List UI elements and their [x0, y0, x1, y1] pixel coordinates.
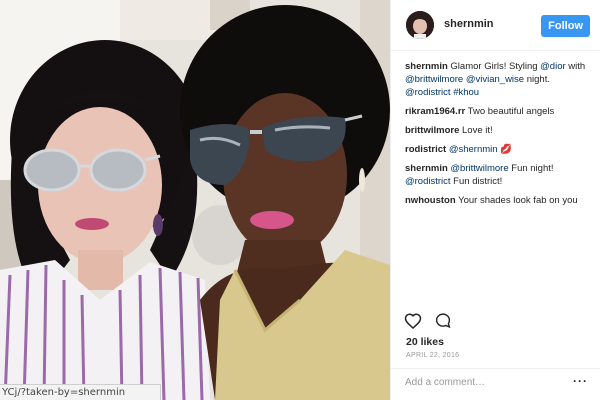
comment-icon[interactable] [434, 312, 452, 334]
post-photo[interactable]: YCj/?taken-by=shernmin [0, 0, 390, 400]
comment-mention[interactable]: @brittwilmore [450, 163, 508, 174]
comment-item: brittwilmore Love it! [405, 124, 590, 137]
comment-item: rodistrict @shernmin 💋 [405, 143, 590, 156]
comment-text: Love it! [459, 125, 493, 136]
post-header: shernmin Follow [391, 0, 600, 51]
photo-image [0, 0, 390, 400]
comment-text: Fun district! [450, 176, 503, 187]
comment-username[interactable]: nwhouston [405, 195, 456, 206]
comment-text: with [565, 61, 586, 72]
post-date: APRIL 22, 2016 [406, 352, 460, 359]
comment-mention[interactable]: @rodistrict [405, 176, 451, 187]
comment-mention[interactable]: @vivian_wise [466, 74, 524, 85]
comment-text: night. [524, 74, 550, 85]
comment-text: Two beautiful angels [465, 106, 555, 117]
header-username[interactable]: shernmin [444, 18, 494, 30]
comment-text: Your shades look fab on you [455, 195, 578, 206]
comment-text: Fun night! [508, 163, 554, 174]
more-options-icon[interactable]: ··· [573, 374, 588, 388]
post-actions [404, 312, 460, 332]
comment-text: Glamor Girls! Styling [450, 61, 541, 72]
comment-username[interactable]: rodistrict [405, 144, 446, 155]
comment-item: rikram1964.rr Two beautiful angels [405, 105, 590, 118]
follow-button[interactable]: Follow [541, 15, 590, 37]
comment-mention[interactable]: @brittwilmore [405, 74, 463, 85]
like-count[interactable]: 20 likes [406, 336, 444, 348]
add-comment-input[interactable] [405, 377, 555, 388]
comment-item: nwhouston Your shades look fab on you [405, 194, 590, 207]
add-comment-bar: ··· [391, 368, 600, 400]
comment-list: shernmin Glamor Girls! Styling @dior wit… [405, 60, 590, 213]
comment-username[interactable]: shernmin [405, 61, 448, 72]
avatar[interactable] [406, 11, 434, 39]
browser-status-url: YCj/?taken-by=shernmin [0, 384, 161, 400]
comment-item: shernmin Glamor Girls! Styling @dior wit… [405, 60, 590, 99]
post-side-panel: shernmin Follow shernmin Glamor Girls! S… [390, 0, 600, 400]
comment-item: shernmin @brittwilmore Fun night! @rodis… [405, 162, 590, 188]
comment-mention[interactable]: @shernmin [449, 144, 498, 155]
heart-icon[interactable] [404, 312, 422, 334]
avatar-image [406, 11, 434, 39]
comment-username[interactable]: rikram1964.rr [405, 106, 465, 117]
comment-mention[interactable]: @rodistrict [405, 87, 451, 98]
comment-username[interactable]: shernmin [405, 163, 448, 174]
comment-mention[interactable]: @dior [540, 61, 566, 72]
comment-username[interactable]: brittwilmore [405, 125, 459, 136]
comment-hashtag[interactable]: #khou [453, 87, 479, 98]
comment-text: 💋 [497, 144, 513, 155]
